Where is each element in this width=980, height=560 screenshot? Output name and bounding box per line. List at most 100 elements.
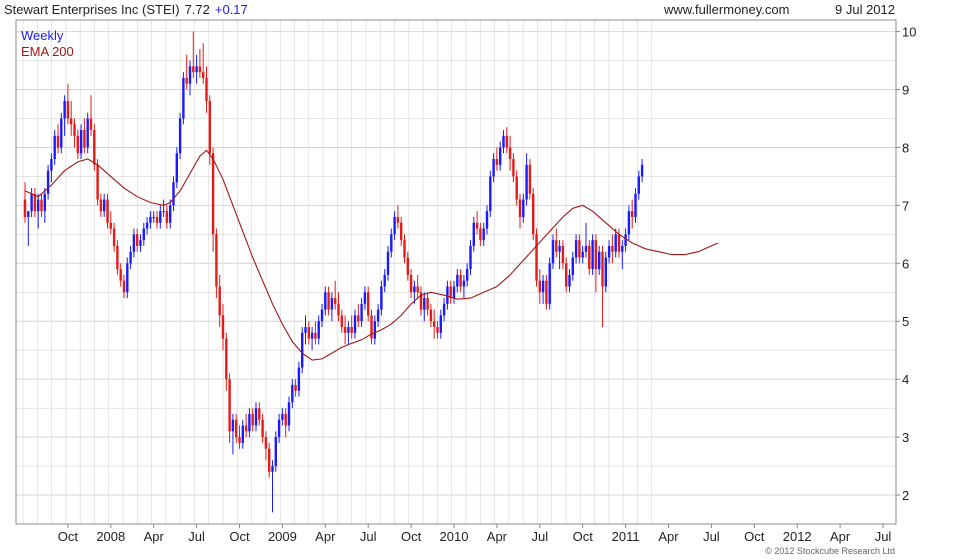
x-tick-label: Oct	[401, 529, 422, 544]
candle-body	[271, 466, 274, 472]
candle-body	[116, 245, 119, 270]
candle-body	[182, 77, 185, 119]
y-tick-label: 9	[902, 83, 909, 98]
candle-body	[139, 240, 142, 246]
candle-body	[462, 280, 466, 287]
candle-body	[400, 222, 403, 241]
candle-body	[489, 176, 492, 212]
y-tick-label: 10	[902, 25, 916, 40]
x-tick-label: Jul	[875, 529, 892, 544]
candle-body	[248, 413, 251, 432]
x-tick-label: 2011	[612, 529, 640, 544]
x-tick-label: Apr	[658, 529, 679, 544]
candle-body	[472, 222, 475, 246]
x-tick-label: 2012	[783, 529, 812, 544]
candle-body	[228, 379, 231, 432]
candle-body	[594, 240, 598, 270]
candle-body	[426, 298, 429, 310]
candle-body	[446, 286, 449, 304]
candle-body	[53, 135, 56, 160]
x-tick-label: Oct	[58, 529, 79, 544]
candle-body	[591, 240, 594, 270]
candle-body	[195, 66, 198, 73]
candle-body	[416, 286, 419, 293]
candle-body	[33, 193, 37, 212]
candle-body	[324, 292, 327, 310]
x-tick-label: Oct	[229, 529, 250, 544]
candle-body	[485, 211, 489, 229]
candle-body	[545, 280, 548, 304]
candle-body	[429, 309, 433, 322]
candle-body	[175, 153, 178, 183]
candle-body	[231, 419, 235, 432]
legend-period: Weekly	[21, 28, 64, 43]
candle-body	[492, 159, 495, 177]
candle-body	[634, 193, 637, 217]
candle-body	[551, 240, 555, 264]
candle-body	[70, 118, 73, 125]
candle-body	[43, 193, 46, 212]
candle-body	[56, 135, 60, 148]
candle-body	[466, 269, 469, 281]
plot-background	[16, 20, 896, 524]
candle-body	[27, 211, 30, 217]
x-tick-label: Jul	[188, 529, 205, 544]
candle-body	[535, 234, 538, 281]
y-tick-label: 7	[902, 198, 909, 213]
candle-body	[287, 402, 291, 426]
candle-body	[122, 280, 126, 293]
candle-body	[413, 286, 416, 293]
candle-body	[264, 437, 268, 449]
candle-body	[37, 199, 40, 212]
candle-body	[327, 292, 330, 310]
candle-body	[541, 280, 545, 293]
x-tick-label: Apr	[487, 529, 508, 544]
candle-body	[598, 251, 601, 270]
candle-body	[380, 286, 383, 310]
candle-body	[136, 234, 139, 246]
candle-body	[581, 251, 584, 258]
candle-body	[112, 228, 116, 246]
candle-body	[631, 211, 634, 217]
candle-body	[185, 77, 188, 84]
candle-body	[281, 413, 284, 420]
candle-body	[548, 263, 551, 304]
candle-body	[192, 66, 195, 73]
candle-body	[512, 159, 515, 177]
candle-body	[330, 298, 334, 310]
candle-body	[198, 66, 202, 73]
candle-body	[611, 245, 614, 252]
candle-body	[106, 199, 109, 223]
candle-body	[363, 292, 367, 304]
candle-body	[406, 257, 409, 275]
candle-body	[528, 164, 532, 194]
chart-title: Stewart Enterprises Inc (STEI)	[4, 2, 180, 17]
candle-body	[215, 234, 218, 287]
candle-body	[403, 240, 406, 258]
chart-date: 9 Jul 2012	[835, 2, 895, 17]
candle-body	[132, 234, 136, 252]
candle-body	[314, 332, 317, 339]
candle-body	[304, 327, 307, 333]
candle-body	[261, 419, 264, 438]
candle-body	[640, 164, 644, 177]
candle-body	[525, 164, 528, 200]
candle-body	[238, 437, 241, 443]
site-link[interactable]: www.fullermoney.com	[663, 2, 789, 17]
candle-body	[145, 222, 149, 229]
candle-body	[568, 274, 571, 287]
candle-body	[357, 315, 360, 322]
candle-body	[584, 245, 588, 252]
y-axis-ticks: 2 3 4 5 6 7 8 9 10	[896, 25, 916, 503]
candle-body	[469, 245, 472, 270]
candle-body	[297, 367, 301, 391]
candle-body	[93, 130, 96, 165]
candle-body	[83, 130, 86, 148]
candle-body	[574, 240, 578, 258]
candle-body	[317, 321, 320, 339]
candle-body	[96, 164, 99, 200]
candle-body	[607, 245, 611, 258]
y-tick-label: 5	[902, 314, 909, 329]
candle-body	[515, 176, 518, 200]
y-tick-label: 8	[902, 140, 909, 155]
